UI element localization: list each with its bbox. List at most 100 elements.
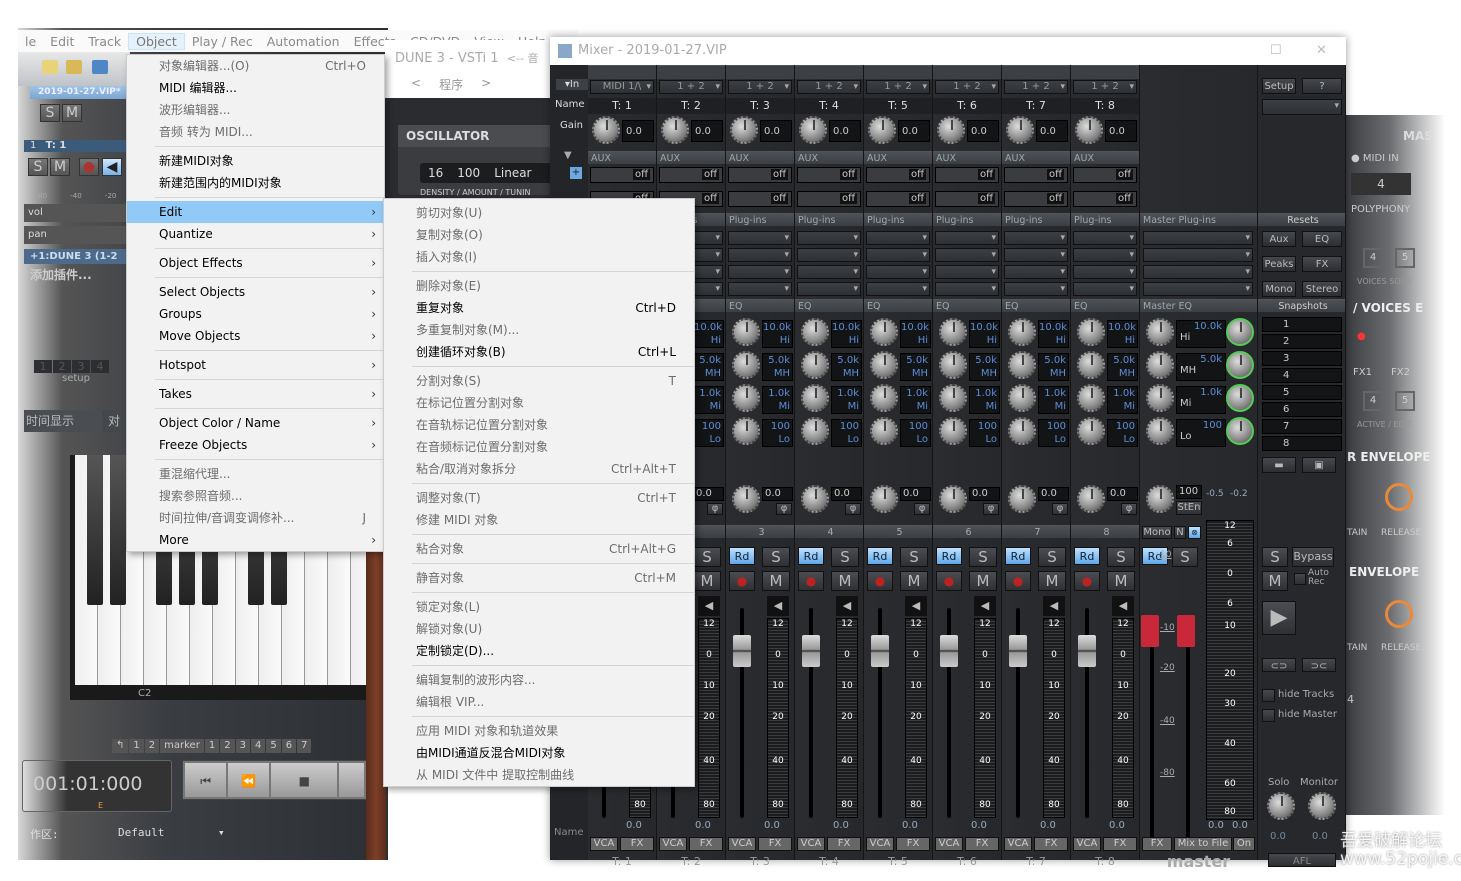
menu-item[interactable]: 在标记位置分割对象 <box>384 392 694 414</box>
plugin-slot[interactable] <box>1004 231 1068 245</box>
speaker-icon[interactable]: ◀ <box>1043 596 1065 616</box>
menu-item[interactable]: 音频 转为 MIDI... <box>127 121 384 143</box>
menu-item[interactable]: 由MIDI通道反混合MIDI对象 <box>384 742 694 764</box>
input-select[interactable]: 1 + 2 <box>1004 80 1068 94</box>
voice-solo-5[interactable]: 5 <box>1395 248 1415 268</box>
menu-item[interactable]: 时间拉伸/音调变调修补... J <box>127 507 384 529</box>
link-icon[interactable]: ⊗ <box>1188 526 1201 539</box>
plugin-slot[interactable] <box>1004 248 1068 262</box>
eq-band-value[interactable]: 5.0k MH <box>1107 353 1138 381</box>
input-select[interactable]: 1 + 2 <box>728 80 792 94</box>
eq-band-value[interactable]: 10.0k Hi <box>831 320 862 348</box>
master-plugin-slot[interactable] <box>1143 282 1253 296</box>
menu-track[interactable]: Track <box>81 34 128 49</box>
menu-item[interactable]: Groups › <box>127 303 384 325</box>
phase-button[interactable]: φ <box>1052 503 1068 515</box>
plugin-slot[interactable] <box>866 231 930 245</box>
eq-band-value[interactable]: 100 Lo <box>969 419 1000 447</box>
menu-item[interactable]: 锁定对象(L) <box>384 596 694 618</box>
mix-to-file-button[interactable]: Mix to File <box>1174 837 1232 851</box>
menu-item[interactable]: 静音对象 Ctrl+M <box>384 567 694 589</box>
channel-name[interactable]: T: 3 <box>726 98 794 114</box>
marker-button[interactable]: 2 <box>144 739 160 753</box>
solo-button[interactable]: S <box>762 547 790 567</box>
plugin-slot[interactable] <box>728 248 792 262</box>
fader-handle[interactable] <box>1078 635 1096 667</box>
plugin-slot[interactable] <box>866 265 930 279</box>
voice-solo-4[interactable]: 4 <box>1363 248 1383 268</box>
master-plugin-slot[interactable] <box>1143 231 1253 245</box>
master-eq-band[interactable]: 10.0k Hi <box>1176 320 1226 348</box>
eq-hi-knob[interactable] <box>939 318 967 346</box>
menu-edit[interactable]: Edit <box>43 34 81 49</box>
read-button[interactable]: Rd <box>867 547 893 565</box>
eq-hi-knob[interactable] <box>801 318 829 346</box>
aux-send[interactable]: off <box>1073 191 1137 207</box>
vca-button[interactable]: VCA <box>1073 837 1101 851</box>
marker-button[interactable]: marker <box>160 739 204 753</box>
eq-lo-knob[interactable] <box>801 417 829 445</box>
gain-knob[interactable] <box>1006 116 1034 144</box>
menu-item[interactable]: 应用 MIDI 对象和轨道效果 <box>384 720 694 742</box>
mono-button[interactable]: Mono <box>1142 526 1172 539</box>
eq-lo-knob[interactable] <box>732 417 760 445</box>
input-select[interactable]: 1 + 2 <box>659 80 723 94</box>
aux-send[interactable]: off <box>728 191 792 207</box>
gain-knob[interactable] <box>868 116 896 144</box>
track-mute-button[interactable]: M <box>50 158 70 176</box>
eq-band-value[interactable]: 5.0k MH <box>1038 353 1069 381</box>
phase-button[interactable]: φ <box>776 503 792 515</box>
save-icon[interactable] <box>92 60 108 74</box>
eq-mi-knob[interactable] <box>1077 384 1105 412</box>
marker-button[interactable]: 6 <box>281 739 297 753</box>
master-eq-freq-knob[interactable] <box>1226 417 1254 445</box>
menu-item[interactable]: 分割对象(S) T <box>384 370 694 392</box>
reset-stereo-button[interactable]: Stereo <box>1302 281 1342 297</box>
save-icon[interactable]: ▣ <box>1302 457 1336 473</box>
plugin-slot[interactable] <box>728 265 792 279</box>
mix-to-file-on-toggle[interactable]: On <box>1233 837 1255 851</box>
eq-band-value[interactable]: 5.0k MH <box>969 353 1000 381</box>
master-eq-gain-knob[interactable] <box>1146 417 1174 445</box>
read-button[interactable]: Rd <box>936 547 962 565</box>
stereo-enhancer-button[interactable]: StEn <box>1176 501 1202 515</box>
vca-button[interactable]: VCA <box>866 837 894 851</box>
eq-band-value[interactable]: 10.0k Hi <box>1038 320 1069 348</box>
plugin-slot[interactable] <box>728 231 792 245</box>
master-eq-freq-knob[interactable] <box>1226 351 1254 379</box>
pan-knob[interactable] <box>939 485 967 513</box>
preset-select[interactable] <box>1262 99 1342 115</box>
stop-button[interactable]: ■ <box>271 763 338 797</box>
eq-band-value[interactable]: 5.0k MH <box>831 353 862 381</box>
menu-item[interactable]: Select Objects › <box>127 281 384 303</box>
eq-mi-knob[interactable] <box>870 384 898 412</box>
speaker-icon[interactable]: ◀ <box>905 596 927 616</box>
global-mute-button[interactable]: M <box>62 104 82 122</box>
open-audio-icon[interactable] <box>66 60 82 74</box>
gain-value[interactable]: 0.0 <box>967 120 999 142</box>
plugin-slot[interactable] <box>1073 265 1137 279</box>
monitor-level-knob[interactable] <box>1308 792 1336 820</box>
phase-button[interactable]: φ <box>1121 503 1137 515</box>
menu-item[interactable]: Edit › <box>127 201 384 223</box>
record-arm-icon[interactable]: ● <box>867 571 893 591</box>
eq-band-value[interactable]: 100 Lo <box>762 419 793 447</box>
link-channels-icon[interactable]: ⊂⊃ <box>1262 658 1296 672</box>
next-program-button[interactable]: > <box>481 76 491 93</box>
aux-send[interactable]: off <box>1073 167 1137 183</box>
snapshot-slot[interactable]: 2 <box>1262 334 1342 349</box>
menu-item[interactable]: 搜索参照音频... <box>127 485 384 507</box>
eq-band-value[interactable]: 100 Lo <box>1107 419 1138 447</box>
menu-item[interactable]: 调整对象(T) Ctrl+T <box>384 487 694 509</box>
hide-master-checkbox[interactable] <box>1262 709 1275 722</box>
open-folder-icon[interactable] <box>42 60 58 74</box>
mute-button[interactable]: M <box>1038 571 1066 591</box>
eq-band-value[interactable]: 100 Lo <box>1038 419 1069 447</box>
rewind-button[interactable]: ⏪ <box>228 763 270 797</box>
aux-send[interactable]: off <box>797 191 861 207</box>
plugin-slot[interactable] <box>935 231 999 245</box>
reset-peaks-button[interactable]: Peaks <box>1262 256 1296 272</box>
eq-band-value[interactable]: 5.0k MH <box>762 353 793 381</box>
eq-mi-knob[interactable] <box>732 384 760 412</box>
menu-item[interactable]: 波形编辑器... <box>127 99 384 121</box>
